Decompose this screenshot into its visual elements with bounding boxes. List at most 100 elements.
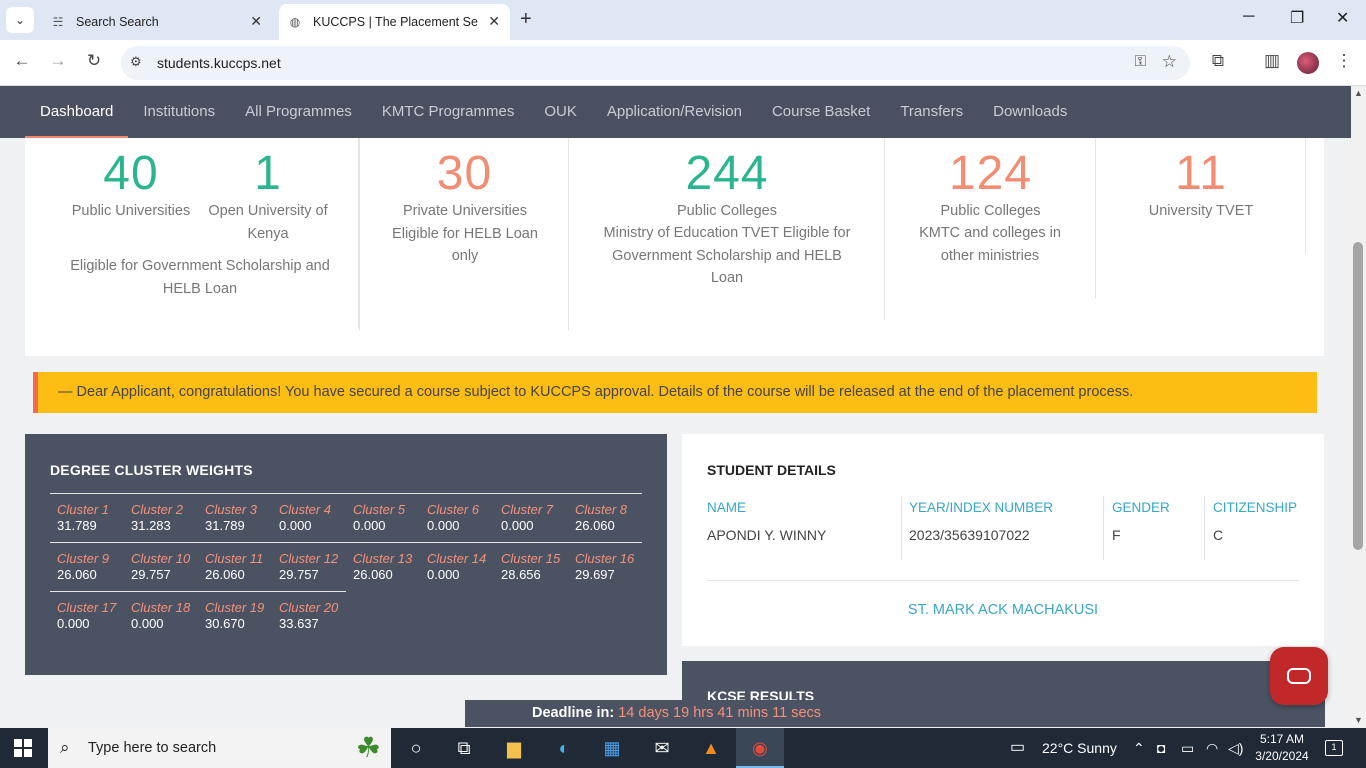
nav-transfers[interactable]: Transfers: [885, 86, 978, 138]
page-scrollbar[interactable]: ▲ ▼: [1351, 86, 1366, 727]
student-index-field: YEAR/INDEX NUMBER 2023/35639107022: [909, 498, 1053, 560]
menu-icon[interactable]: ⋮: [1332, 51, 1356, 71]
page-content: Dashboard Institutions All Programmes KM…: [0, 86, 1351, 727]
weather-icon[interactable]: ▭: [1010, 728, 1025, 768]
cluster-cell: Cluster 4 0.000: [272, 501, 346, 542]
student-index-header: YEAR/INDEX NUMBER: [909, 500, 1054, 515]
taskbar-clock[interactable]: 5:17 AM 3/20/2024: [1253, 731, 1311, 765]
student-details-title: STUDENT DETAILS: [707, 462, 836, 478]
battery-icon[interactable]: ▭: [1181, 728, 1194, 768]
cluster-weights-panel: DEGREE CLUSTER WEIGHTS Cluster 1 31.789 Cl…: [25, 434, 667, 675]
cluster-cell: Cluster 18 0.000: [124, 599, 198, 640]
wifi-icon[interactable]: ◠: [1206, 728, 1218, 768]
close-tab-icon[interactable]: ✕: [488, 13, 500, 30]
cluster-cell: Cluster 2 31.283: [124, 501, 198, 542]
edge-icon[interactable]: ◐: [550, 735, 578, 761]
stat-public-universities-label: Public Universities: [71, 203, 191, 219]
stat-public-colleges-tvet-sub: Ministry of Education TVET Eligible for …: [603, 225, 851, 286]
stat-public-colleges-kmtc-value: 124: [948, 147, 1033, 200]
close-window-button[interactable]: ✕: [1336, 8, 1349, 28]
new-tab-button[interactable]: +: [520, 9, 532, 29]
student-school-link[interactable]: ST. MARK ACK MACHAKUSI: [682, 602, 1324, 618]
stat-group-kmtc: 124 Public Colleges KMTC and colleges in…: [885, 138, 1096, 298]
cluster-cell: Cluster 10 29.757: [124, 550, 198, 591]
browser-toolbar: ← → ↻ ⚙ students.kuccps.net ⚿ ☆ ⧉ ▥ ⋮: [0, 40, 1366, 86]
cluster-name: Cluster 5: [353, 502, 406, 517]
volume-icon[interactable]: ◁): [1228, 728, 1243, 768]
stat-group-universities: 40 Public Universities 1 Open University…: [25, 138, 359, 328]
cluster-value: 31.789: [57, 518, 97, 533]
file-explorer-icon[interactable]: ▆: [500, 735, 528, 761]
cluster-weights-grid: Cluster 1 31.789 Cluster 2 31.283 Cluster 33…: [50, 493, 642, 640]
cluster-cell: Cluster 6 0.000: [420, 501, 494, 542]
scroll-down-icon[interactable]: ▼: [1354, 715, 1363, 725]
cluster-value: 29.757: [131, 567, 171, 582]
tab-search[interactable]: ☵ Search Search ✕: [44, 4, 272, 40]
deadline-bar: Deadline in: 14 days 19 hrs 41 mins 11 s…: [465, 700, 1325, 727]
nav-institutions[interactable]: Institutions: [128, 86, 230, 138]
store-icon[interactable]: ▦: [598, 735, 626, 761]
key-icon[interactable]: ⚿: [1135, 53, 1146, 70]
cluster-value: 26.060: [575, 518, 615, 533]
nav-application-revision[interactable]: Application/Revision: [592, 86, 757, 138]
cluster-name: Cluster 13: [353, 551, 413, 566]
cluster-cell: Cluster 1 31.789: [50, 501, 124, 542]
stat-open-university-label: Open University of Kenya: [208, 203, 328, 242]
url-text[interactable]: students.kuccps.net: [157, 55, 281, 71]
cluster-cell: Cluster 15 28.656: [494, 550, 568, 591]
cluster-name: Cluster 14: [427, 551, 487, 566]
meet-now-icon[interactable]: ◘: [1157, 728, 1165, 768]
vlc-icon[interactable]: ▲: [697, 735, 725, 761]
scroll-up-icon[interactable]: ▲: [1354, 88, 1363, 98]
scrollbar-thumb[interactable]: [1353, 242, 1363, 550]
weather-text[interactable]: 22°C Sunny: [1042, 728, 1117, 768]
browser-tab-strip: ⌄ ☵ Search Search ✕ ◍ KUCCPS | The Place…: [0, 0, 1366, 40]
cluster-name: Cluster 20: [279, 600, 339, 615]
cluster-name: Cluster 1: [57, 502, 110, 517]
nav-course-basket[interactable]: Course Basket: [757, 86, 885, 138]
nav-dashboard[interactable]: Dashboard: [25, 86, 129, 138]
divider: [1204, 496, 1205, 560]
bookmark-star-icon[interactable]: ☆: [1162, 52, 1177, 72]
nav-all-programmes[interactable]: All Programmes: [230, 86, 367, 138]
notification-icon[interactable]: 1: [1325, 740, 1343, 756]
side-panel-icon[interactable]: ▥: [1260, 51, 1284, 71]
student-citizenship-header: CITIZENSHIP: [1213, 500, 1298, 515]
cluster-value: 28.656: [501, 567, 541, 582]
tab-search-dropdown[interactable]: ⌄: [6, 7, 34, 33]
taskbar: ⌕ Type here to search ☘ ○ ⧉ ▆ ◐ ▦ ✉ ▲ ◉ …: [0, 728, 1366, 768]
restore-button[interactable]: ❐: [1290, 8, 1304, 28]
cluster-value: 29.697: [575, 567, 615, 582]
clock-time: 5:17 AM: [1259, 732, 1305, 746]
tab-kuccps[interactable]: ◍ KUCCPS | The Placement Service ✕: [279, 4, 510, 40]
clock-date: 3/20/2024: [1255, 749, 1309, 763]
chat-button[interactable]: [1270, 647, 1328, 705]
student-gender-field: GENDER F: [1112, 498, 1170, 560]
forward-button[interactable]: →: [46, 51, 70, 71]
nav-kmtc-programmes[interactable]: KMTC Programmes: [367, 86, 530, 138]
minimize-button[interactable]: ─: [1243, 8, 1254, 26]
cortana-icon[interactable]: ○: [402, 735, 430, 761]
student-citizenship-field: CITIZENSHIP C: [1213, 498, 1297, 560]
cluster-value: 0.000: [279, 518, 312, 533]
reload-button[interactable]: ↻: [82, 51, 106, 71]
task-view-icon[interactable]: ⧉: [450, 735, 478, 761]
cluster-name: Cluster 18: [131, 600, 191, 615]
address-bar[interactable]: ⚙ students.kuccps.net ⚿ ☆: [121, 46, 1190, 80]
stat-group-private: 30 Private Universities Eligible for HEL…: [359, 138, 569, 330]
profile-avatar[interactable]: [1297, 52, 1319, 74]
nav-ouk[interactable]: OUK: [529, 86, 592, 138]
mail-icon[interactable]: ✉: [648, 735, 676, 761]
cluster-value: 26.060: [57, 567, 97, 582]
taskbar-search[interactable]: ⌕ Type here to search ☘: [48, 728, 391, 768]
show-hidden-icons[interactable]: ⌃: [1133, 728, 1145, 768]
cluster-cell: Cluster 7 0.000: [494, 501, 568, 542]
cluster-value: 33.637: [279, 616, 319, 631]
cluster-weights-title: DEGREE CLUSTER WEIGHTS: [50, 462, 253, 478]
close-tab-icon[interactable]: ✕: [250, 13, 262, 30]
site-info-icon[interactable]: ⚙: [130, 54, 142, 70]
windows-start-icon[interactable]: [14, 739, 32, 757]
nav-downloads[interactable]: Downloads: [978, 86, 1082, 138]
back-button[interactable]: ←: [10, 51, 34, 71]
extensions-icon[interactable]: ⧉: [1206, 51, 1230, 71]
